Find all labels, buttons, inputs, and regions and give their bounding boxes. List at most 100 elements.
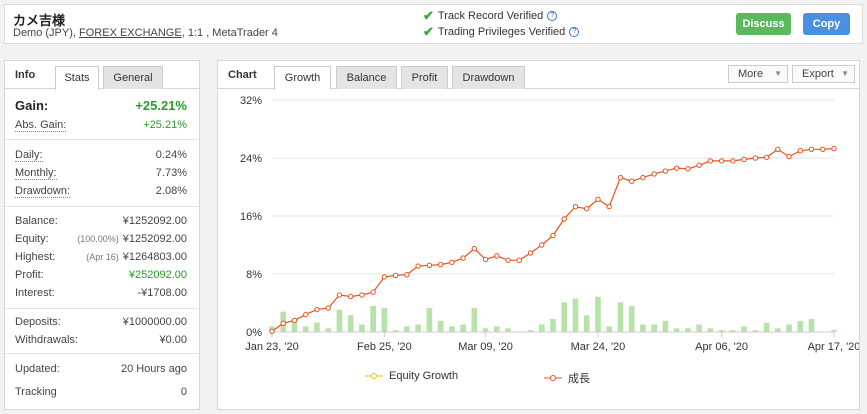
volume-bar <box>302 326 309 332</box>
volume-bar <box>381 307 388 332</box>
growth-point <box>336 292 343 298</box>
equity-label: Equity: <box>15 233 49 245</box>
volume-bar <box>595 296 601 332</box>
deposits-value: ¥1000000.00 <box>122 316 187 328</box>
daily-label: Daily: <box>15 149 43 162</box>
growth-point <box>752 155 759 161</box>
tab-stats[interactable]: Stats <box>55 66 99 90</box>
legend-item-growth[interactable]: 成長 <box>544 370 590 386</box>
volume-bar <box>583 315 590 332</box>
tab-drawdown[interactable]: Drawdown <box>452 66 525 89</box>
growth-point <box>572 203 579 210</box>
discuss-button[interactable]: Discuss <box>736 13 791 35</box>
balance-value: ¥1252092.00 <box>122 215 187 227</box>
chart-panel: Chart Growth Balance Profit Drawdown Mor… <box>217 60 860 410</box>
growth-point <box>640 174 646 181</box>
y-tick-label: 24% <box>240 153 262 165</box>
highest-label: Highest: <box>15 251 56 263</box>
monthly-value: 7.73% <box>155 167 187 179</box>
volume-bar <box>415 324 421 332</box>
volume-bar <box>437 320 444 332</box>
volume-bar <box>482 328 489 332</box>
tab-profit[interactable]: Profit <box>401 66 448 89</box>
volume-bar <box>741 326 747 332</box>
y-tick-label: 8% <box>246 269 262 281</box>
trading-privileges-label: Trading Privileges Verified <box>437 26 566 38</box>
tab-growth[interactable]: Growth <box>274 66 331 90</box>
volume-bar <box>404 326 410 332</box>
y-tick-label: 16% <box>240 211 262 223</box>
volume-bar <box>628 306 635 332</box>
chevron-down-icon: ▼ <box>841 69 849 78</box>
withdrawals-row: Withdrawals: ¥0.00 <box>15 334 187 346</box>
volume-bar <box>774 328 781 332</box>
more-dropdown[interactable]: More ▼ <box>728 65 788 83</box>
growth-point <box>741 156 747 163</box>
growth-point <box>415 263 421 269</box>
tab-balance[interactable]: Balance <box>336 66 397 89</box>
growth-point <box>685 166 691 172</box>
tracking-row: Tracking 0 <box>15 386 187 398</box>
equity-value: ¥1252092.00 <box>122 233 187 245</box>
x-tick-label: Jan 23, '20 <box>245 341 298 353</box>
legend-label-growth: 成長 <box>568 373 590 385</box>
growth-point <box>786 153 792 160</box>
tab-general[interactable]: General <box>103 66 163 89</box>
equity-note: (100.00%) <box>77 234 119 244</box>
account-header: カメ吉様 Demo (JPY), FOREX EXCHANGE, 1:1 , M… <box>4 4 863 44</box>
volume-bar <box>763 322 770 332</box>
growth-point <box>617 174 624 181</box>
track-record-label: Track Record Verified <box>437 10 544 22</box>
volume-bar <box>572 298 579 332</box>
growth-point <box>370 289 376 295</box>
divider <box>5 139 201 140</box>
growth-chart: 0% 8% 16% 24% 32% Jan 23, '20 Feb 25, '20 Mar 0… <box>240 95 859 353</box>
trading-privileges-verified: ✔ Trading Privileges Verified ? <box>423 24 580 40</box>
growth-point <box>381 274 388 280</box>
equity-legend-marker <box>365 373 383 379</box>
growth-point <box>730 158 736 164</box>
help-icon[interactable]: ? <box>569 27 580 37</box>
growth-point <box>808 146 815 152</box>
divider <box>5 353 201 354</box>
copy-button[interactable]: Copy <box>803 13 850 35</box>
profit-row: Profit: ¥252092.00 <box>15 269 187 281</box>
growth-point <box>673 165 680 171</box>
broker-link[interactable]: FOREX EXCHANGE <box>79 27 182 39</box>
volume-bar <box>640 324 646 332</box>
legend-label-equity: Equity Growth <box>389 370 459 382</box>
volume-bar <box>493 326 500 332</box>
check-icon: ✔ <box>423 8 434 23</box>
growth-point <box>426 262 433 269</box>
volume-bar <box>707 328 714 332</box>
volume-bar <box>673 328 680 332</box>
chart-tabs: Chart Growth Balance Profit Drawdown Mor… <box>218 61 859 90</box>
abs-gain-label: Abs. Gain: <box>15 119 67 132</box>
tracking-value: 0 <box>180 386 187 398</box>
growth-point <box>404 272 410 278</box>
x-tick-label: Mar 24, '20 <box>571 341 626 353</box>
growth-point <box>516 257 522 263</box>
growth-point <box>347 293 354 300</box>
growth-point <box>662 168 669 174</box>
deposits-label: Deposits: <box>15 316 61 328</box>
more-label: More <box>738 68 764 80</box>
legend-item-equity[interactable]: Equity Growth <box>365 370 458 382</box>
growth-point <box>550 232 556 239</box>
interest-label: Interest: <box>15 287 55 299</box>
help-icon[interactable]: ? <box>547 11 558 21</box>
track-record-verified: ✔ Track Record Verified ? <box>423 8 558 24</box>
export-dropdown[interactable]: Export ▼ <box>792 65 855 83</box>
growth-point <box>482 256 489 263</box>
growth-point <box>606 203 612 210</box>
growth-point <box>291 317 298 324</box>
growth-point <box>449 259 455 266</box>
highest-note: (Apr 16) <box>86 252 119 262</box>
abs-gain-row: Abs. Gain: +25.21% <box>15 119 187 132</box>
growth-point <box>584 206 590 212</box>
growth-point <box>460 255 466 261</box>
updated-value: 20 Hours ago <box>120 363 187 375</box>
volume-bar <box>786 324 792 332</box>
volume-bar <box>808 319 815 332</box>
volume-bar <box>696 324 702 332</box>
